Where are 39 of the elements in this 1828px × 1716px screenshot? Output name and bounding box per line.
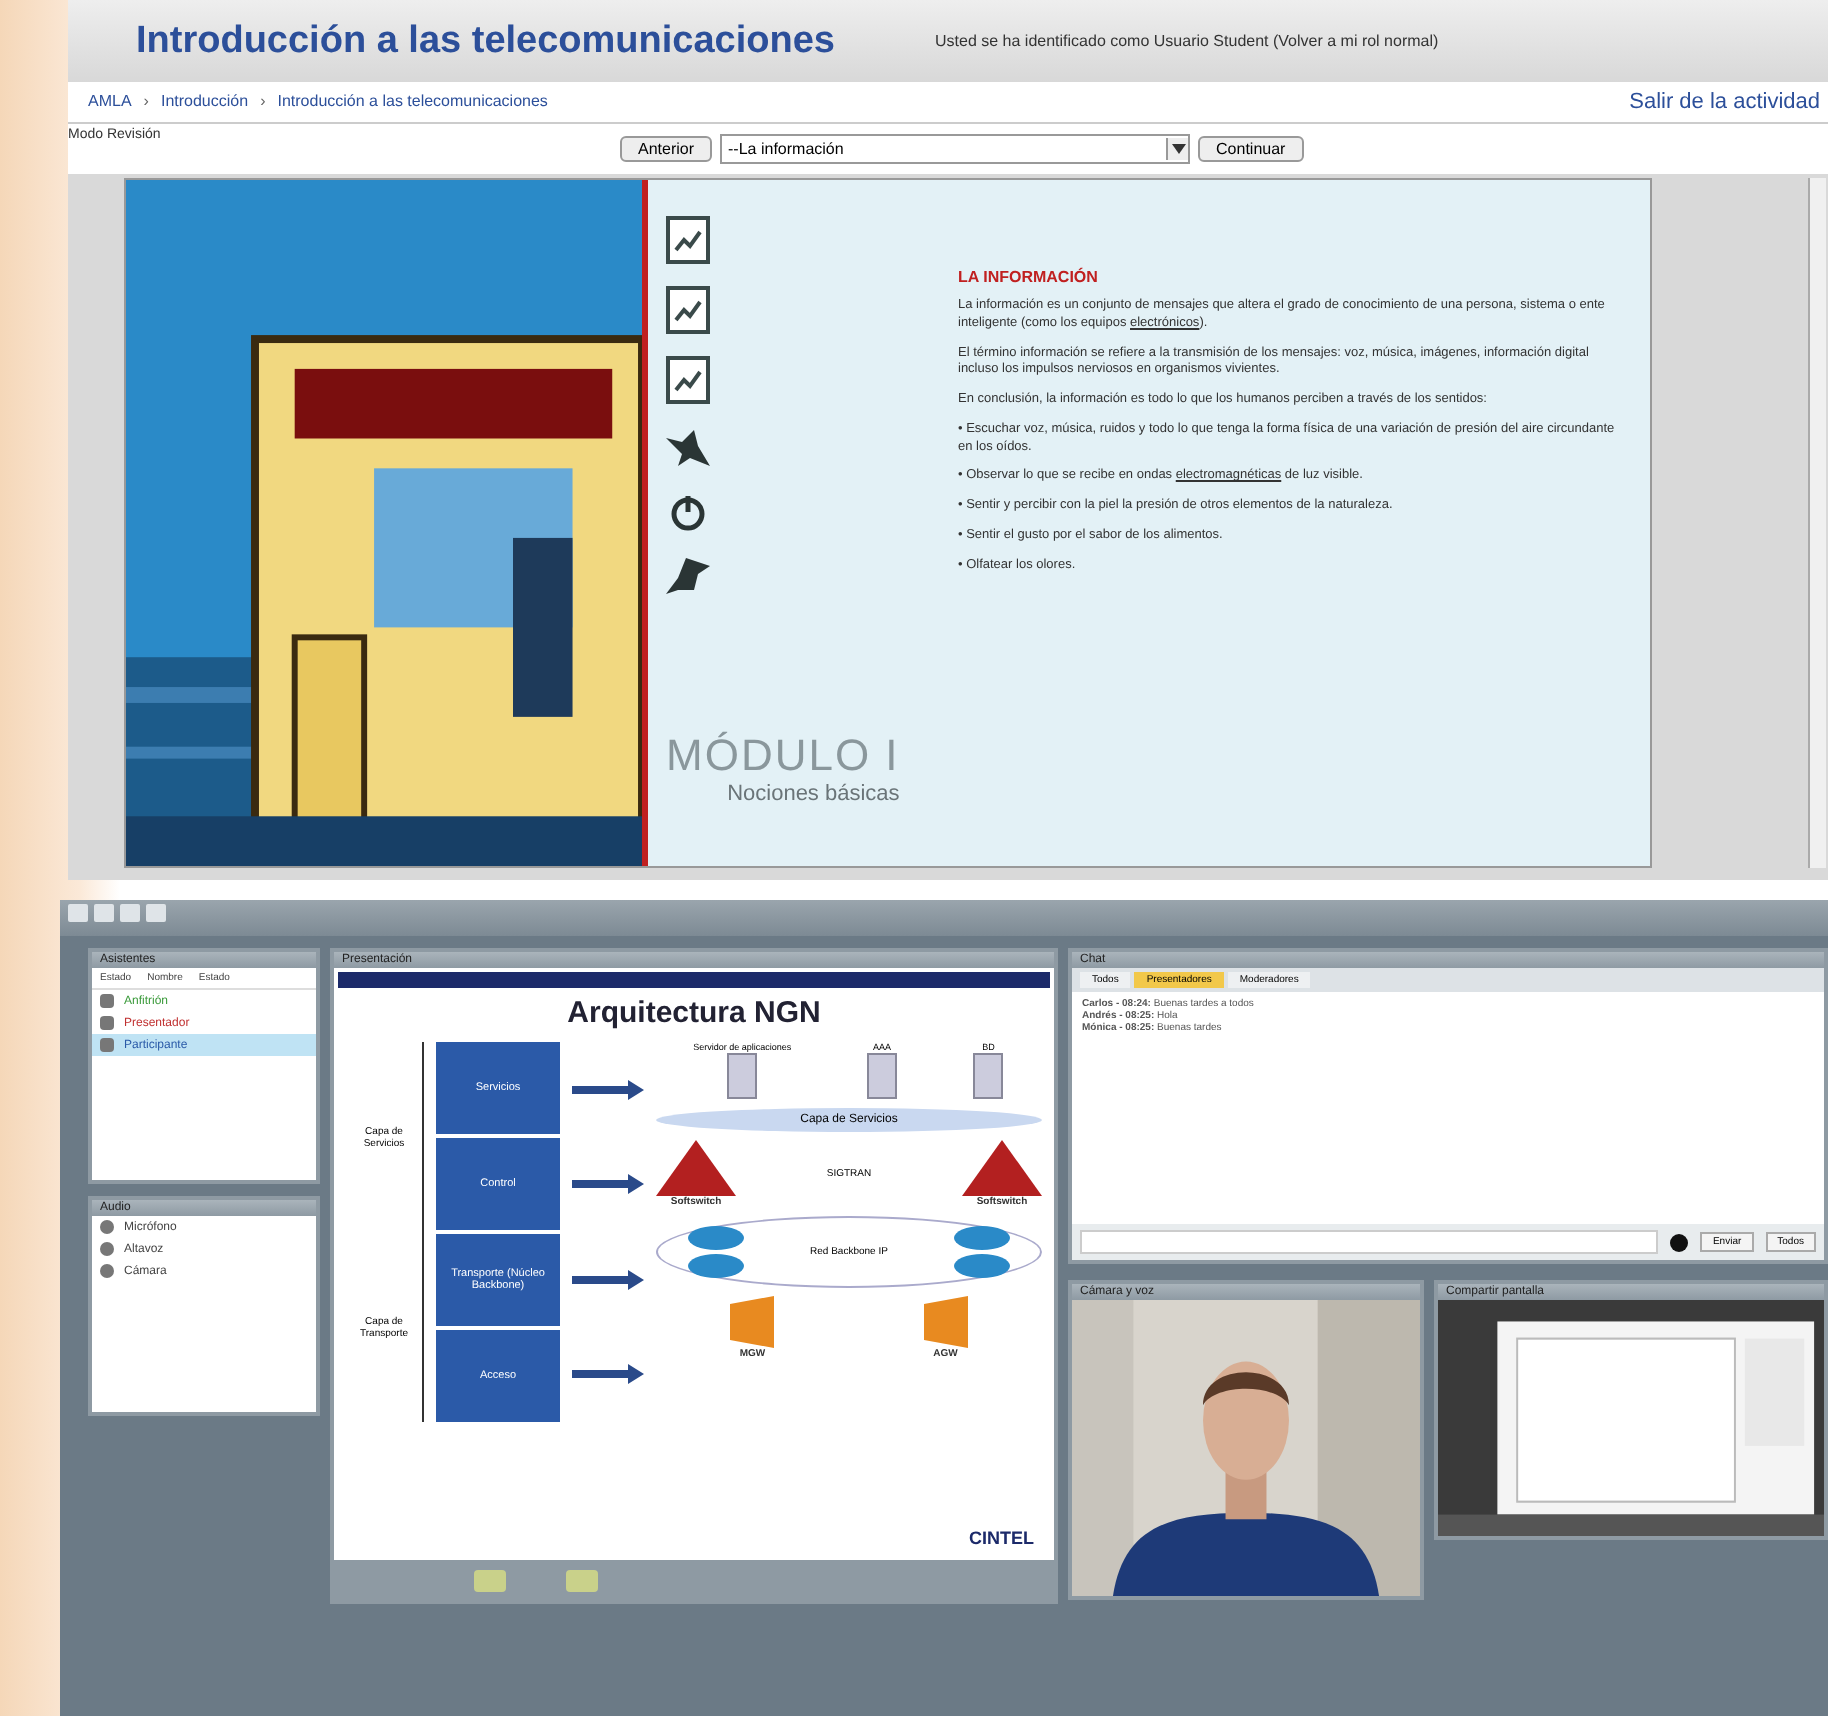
module-subtitle: Nociones básicas: [727, 782, 900, 806]
chat-input[interactable]: [1080, 1230, 1659, 1254]
scrollbar[interactable]: [1808, 178, 1826, 868]
breadcrumb-link[interactable]: AMLA: [88, 92, 132, 111]
server-icon: [972, 1052, 1005, 1100]
dropdown-icon: [1166, 137, 1189, 160]
breadcrumb-link[interactable]: Introducción: [160, 92, 249, 111]
user-notice: Usted se ha identificado como Usuario Student (Volver a mi rol normal): [935, 32, 1439, 51]
continue-button[interactable]: Continuar: [1198, 135, 1304, 162]
status-icon: [1670, 1233, 1689, 1251]
section-heading: LA INFORMACIÓN: [958, 268, 1100, 286]
course-title: Introducción a las telecomunicaciones: [136, 19, 835, 64]
arrow-icon: [572, 1174, 644, 1195]
breadcrumb-separator: ›: [260, 92, 266, 111]
gateway-icon: [923, 1296, 968, 1348]
document-icon[interactable]: [666, 216, 710, 264]
logo-text: CINTEL: [969, 1528, 1034, 1548]
server-icon: [726, 1052, 759, 1100]
router-icon: [951, 1222, 1012, 1282]
triangle-icon: [656, 1140, 736, 1196]
breadcrumb-separator: ›: [143, 92, 149, 111]
arrow-icon: [572, 1364, 644, 1385]
previous-button[interactable]: Anterior: [620, 135, 713, 162]
breadcrumb-link[interactable]: Introducción a las telecomunicaciones: [277, 92, 548, 111]
page-button[interactable]: [566, 1569, 598, 1591]
gateway-icon: [730, 1296, 775, 1348]
slide-title: Arquitectura NGN: [567, 996, 821, 1030]
page-select[interactable]: --La información: [720, 133, 1191, 164]
router-icon: [686, 1222, 746, 1282]
triangle-icon: [961, 1140, 1042, 1196]
page-button[interactable]: [474, 1569, 506, 1591]
power-icon[interactable]: [668, 492, 708, 532]
document-icon[interactable]: [666, 286, 710, 334]
exit-link[interactable]: Salir de la actividad: [1629, 89, 1820, 114]
server-icon: [866, 1052, 898, 1100]
arrow-icon: [572, 1269, 644, 1290]
module-label: MÓDULO I: [666, 730, 900, 782]
arrow-icon: [572, 1079, 644, 1100]
document-icon[interactable]: [666, 356, 710, 404]
